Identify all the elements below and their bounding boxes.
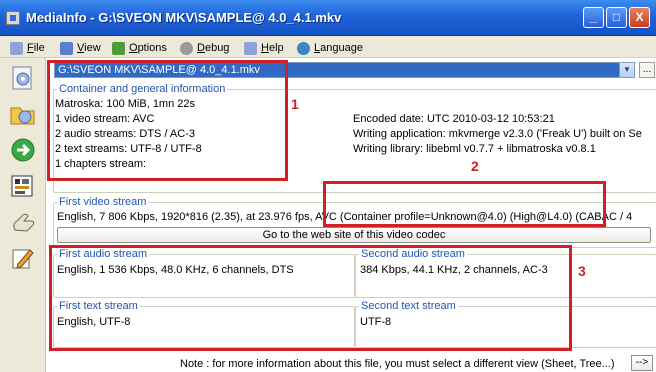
note-text: Note : for more information about this f…: [180, 358, 615, 370]
annotation-number-3: 3: [578, 263, 586, 279]
main-panel: G:\SVEON MKV\SAMPLE@ 4.0_4.1.mkv ▼ ... C…: [47, 58, 656, 372]
chevron-down-icon[interactable]: ▼: [619, 62, 635, 78]
note-arrow-button[interactable]: -->: [631, 355, 653, 371]
menu-options[interactable]: Options: [112, 40, 167, 56]
next-arrow-icon[interactable]: [8, 136, 38, 164]
blank-patch: [303, 98, 347, 128]
annotation-box-1: [47, 60, 288, 181]
minimize-button[interactable]: _: [583, 7, 604, 28]
edit-icon[interactable]: [8, 244, 38, 272]
language-icon: [297, 41, 310, 55]
close-button[interactable]: X: [629, 7, 650, 28]
open-file-icon[interactable]: [8, 64, 38, 92]
left-toolbar: [0, 58, 46, 372]
annotation-number-1: 1: [291, 96, 299, 112]
title-bar[interactable]: MediaInfo - G:\SVEON MKV\SAMPLE@ 4.0_4.1…: [0, 0, 656, 36]
menu-view[interactable]: View: [60, 40, 101, 56]
more-button[interactable]: ...: [639, 62, 655, 78]
annotation-box-2: [323, 181, 606, 227]
menu-help-label: Help: [261, 42, 284, 54]
codec-website-button[interactable]: Go to the web site of this video codec: [57, 227, 651, 243]
window-title: MediaInfo - G:\SVEON MKV\SAMPLE@ 4.0_4.1…: [26, 10, 342, 25]
writing-library: Writing library: libebml v0.7.7 + libmat…: [353, 143, 596, 155]
open-folder-icon[interactable]: [8, 100, 38, 128]
menu-file[interactable]: File: [10, 40, 45, 56]
options-icon: [112, 41, 125, 55]
annotation-box-3: [49, 245, 572, 351]
video-title: First video stream: [57, 196, 149, 208]
menu-file-label: File: [27, 42, 45, 54]
help-icon: [244, 41, 257, 55]
hand-icon[interactable]: [8, 208, 38, 236]
menu-view-label: View: [77, 42, 101, 54]
menu-language[interactable]: Language: [297, 40, 363, 56]
mediainfo-app-icon: [6, 11, 20, 25]
menu-bar: File View Options Debug Help Language: [0, 36, 656, 58]
encoded-date: Encoded date: UTC 2010-03-12 10:53:21: [353, 113, 555, 125]
blank-patch: [613, 260, 643, 284]
menu-language-label: Language: [314, 42, 363, 54]
maximize-button[interactable]: □: [606, 7, 627, 28]
annotation-number-2: 2: [471, 158, 479, 174]
menu-debug-label: Debug: [197, 42, 230, 54]
writing-application: Writing application: mkvmerge v2.3.0 ('F…: [353, 128, 642, 140]
menu-help[interactable]: Help: [244, 40, 284, 56]
debug-icon: [180, 41, 193, 55]
menu-options-label: Options: [129, 42, 167, 54]
view-icon: [60, 41, 73, 55]
menu-debug[interactable]: Debug: [180, 40, 229, 56]
folder-icon: [10, 41, 23, 55]
export-icon[interactable]: [8, 172, 38, 200]
